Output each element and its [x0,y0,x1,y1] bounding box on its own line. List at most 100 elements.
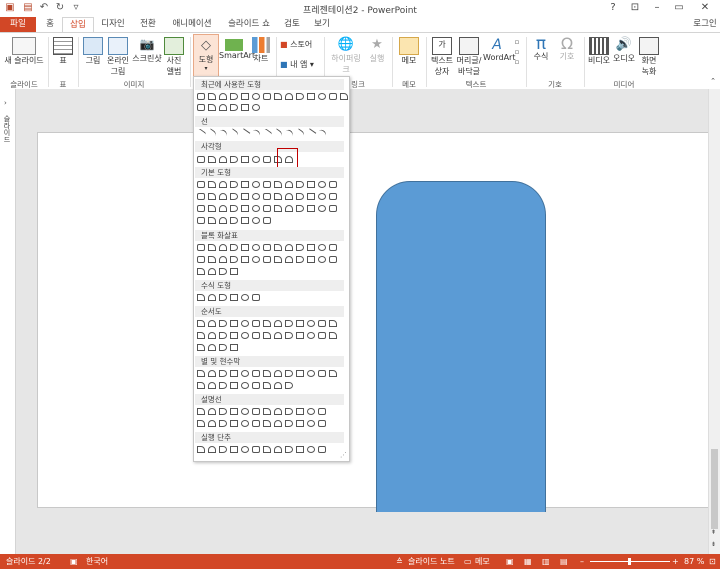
zoom-out-icon[interactable]: – [580,554,584,569]
shape-option[interactable] [230,193,238,200]
shape-option[interactable] [285,320,293,327]
shape-option[interactable] [307,256,315,263]
shape-option[interactable] [208,156,216,163]
screenshot-button[interactable]: 📷 스크린샷 [132,37,162,64]
shape-option[interactable] [252,382,260,389]
shape-option[interactable] [197,294,205,301]
shape-option[interactable] [197,256,205,263]
shape-option[interactable] [296,370,304,377]
shape-option[interactable] [296,408,304,415]
shape-option[interactable] [263,193,271,200]
shape-option[interactable] [197,93,205,100]
ribbon-display-icon[interactable]: ⊡ [624,1,646,15]
shape-option[interactable] [274,320,282,327]
shape-option[interactable] [263,370,271,377]
shape-option[interactable] [219,332,227,339]
shape-option[interactable] [241,181,249,188]
shape-option[interactable] [219,156,227,163]
shape-option[interactable] [274,93,282,100]
shape-option[interactable] [241,217,249,224]
screen-recording-button[interactable]: 화면 녹화 [637,37,661,77]
shape-option[interactable] [208,217,216,224]
tab-transitions[interactable]: 전환 [136,17,160,32]
shape-option[interactable] [230,408,238,415]
shape-option[interactable] [217,128,229,139]
shape-option[interactable] [274,446,282,453]
shape-option[interactable] [296,320,304,327]
shape-option[interactable] [274,420,282,427]
shape-option[interactable] [307,93,315,100]
shape-option[interactable] [219,344,227,351]
shape-option[interactable] [252,332,260,339]
shape-option[interactable] [318,320,326,327]
resize-grip-icon[interactable]: ⋰ [340,451,347,459]
shape-option[interactable] [285,408,293,415]
shape-option[interactable] [206,128,218,139]
shape-option[interactable] [197,344,205,351]
shape-option[interactable] [250,128,262,139]
shape-option[interactable] [241,382,249,389]
shape-option[interactable] [197,408,205,415]
shape-option[interactable] [197,370,205,377]
table-button[interactable]: 표 [52,37,74,66]
shape-option[interactable] [318,420,326,427]
shape-option[interactable] [285,205,293,212]
shape-option[interactable] [219,370,227,377]
shape-option[interactable] [274,193,282,200]
shape-option[interactable] [307,244,315,251]
audio-button[interactable]: 🔊 오디오 [612,37,636,64]
shape-option[interactable] [274,408,282,415]
normal-view-icon[interactable]: ▣ [506,554,514,569]
shape-option[interactable] [252,193,260,200]
shape-option[interactable] [208,344,216,351]
zoom-level[interactable]: 87 % [684,554,704,569]
my-apps-button[interactable]: ■ 내 앱 ▾ [280,59,320,70]
shape-option[interactable] [307,370,315,377]
shape-option[interactable] [228,128,240,139]
shape-option[interactable] [219,268,227,275]
shape-option[interactable] [285,332,293,339]
shape-option[interactable] [340,93,348,100]
slide-thumbnail-pane[interactable]: › 슬라이드 [0,89,16,554]
shape-option[interactable] [307,446,315,453]
shape-option[interactable] [197,382,205,389]
shape-option[interactable] [263,446,271,453]
shape-option[interactable] [263,156,271,163]
shape-option[interactable] [296,244,304,251]
shape-option[interactable] [329,370,337,377]
shape-option[interactable] [230,420,238,427]
vertical-scrollbar[interactable]: ⇞ ⇟ [708,89,720,554]
shape-option[interactable] [329,256,337,263]
fit-slide-icon[interactable]: ⊡ [709,554,716,569]
shape-option[interactable] [263,420,271,427]
shape-option[interactable] [208,382,216,389]
shape-option[interactable] [230,93,238,100]
wordart-button[interactable]: A WordArt [483,37,515,62]
shape-option[interactable] [252,181,260,188]
tab-review[interactable]: 검토 [280,17,304,32]
shape-option[interactable] [294,128,306,139]
shape-option[interactable] [296,256,304,263]
shape-option[interactable] [241,408,249,415]
shape-option[interactable] [241,294,249,301]
shape-option[interactable] [208,181,216,188]
shape-option[interactable] [318,205,326,212]
shape-option[interactable] [219,217,227,224]
shape-option[interactable] [252,205,260,212]
shape-option[interactable] [208,244,216,251]
collapse-ribbon-icon[interactable]: ⌃ [708,77,718,85]
hyperlink-button[interactable]: 🌐 하이퍼링크 [328,37,364,75]
shape-option[interactable] [230,294,238,301]
shape-option[interactable] [285,446,293,453]
shape-option[interactable] [307,408,315,415]
shape-option[interactable] [252,294,260,301]
shape-option[interactable] [274,205,282,212]
shape-option[interactable] [307,193,315,200]
shape-option[interactable] [219,446,227,453]
shape-option[interactable] [197,193,205,200]
shape-option[interactable] [230,104,238,111]
shape-option[interactable] [241,244,249,251]
shape-option[interactable] [252,320,260,327]
shape-option[interactable] [197,205,205,212]
shape-option[interactable] [252,244,260,251]
